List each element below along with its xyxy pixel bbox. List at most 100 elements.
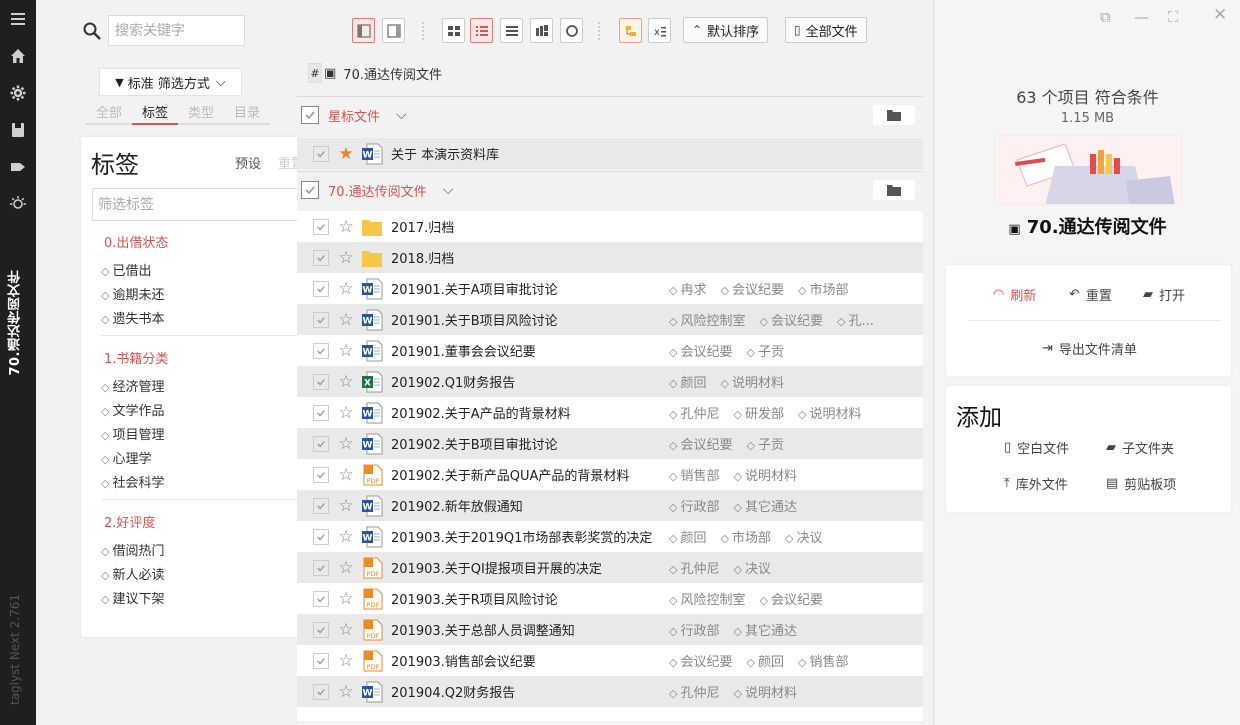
tag-item[interactable]: ◇ 建议下架 <box>101 588 164 607</box>
file-row[interactable]: ★ W 关于 本演示资料库 <box>297 138 923 169</box>
file-name[interactable]: 201903.关于R项目风险讨论 <box>391 589 669 608</box>
file-tag[interactable]: ◇ 会议纪要 <box>720 279 783 298</box>
hide-subfolders-button[interactable]: x <box>648 18 671 43</box>
file-row[interactable]: ☆ PDF 201903.关于R项目风险讨论 ◇ 风险控制室 ◇ 会议纪要 <box>297 583 923 614</box>
file-row[interactable]: ☆ 2017.归档 <box>297 211 923 242</box>
tab-tags[interactable]: 标签 <box>132 102 178 125</box>
star-icon[interactable]: ☆ <box>335 496 357 516</box>
file-tag[interactable]: ◇ 会议纪要 <box>669 434 732 453</box>
file-name[interactable]: 201902.Q1财务报告 <box>391 372 669 391</box>
view-masonry-button[interactable] <box>530 18 553 43</box>
file-row[interactable]: ☆ PDF 201903.销售部会议纪要 ◇ 会议纪要 ◇ 颜回 ◇ 销售部 <box>297 645 923 676</box>
star-filled-icon[interactable]: ★ <box>335 144 357 164</box>
file-tag[interactable]: ◇ 说明材料 <box>733 465 796 484</box>
blank-file-button[interactable]: ▯ 空白文件 <box>1004 438 1069 457</box>
file-name[interactable]: 2017.归档 <box>391 217 669 236</box>
file-row[interactable]: ☆ PDF 201903.关于QI提报项目开展的决定 ◇ 孔仲尼 ◇ 决议 <box>297 552 923 583</box>
hash-icon[interactable]: # <box>308 63 322 83</box>
star-icon[interactable]: ☆ <box>335 558 357 578</box>
file-row[interactable]: ☆ PDF 201902.关于新产品QUA产品的背景材料 ◇ 销售部 ◇ 说明材料 <box>297 459 923 490</box>
star-icon[interactable]: ☆ <box>335 341 357 361</box>
tag-item[interactable]: ◇ 心理学 <box>101 448 151 467</box>
file-name[interactable]: 201902.新年放假通知 <box>391 496 669 515</box>
layout-right-button[interactable] <box>382 18 405 43</box>
chevron-down-icon[interactable]: ⌵ <box>396 107 407 123</box>
file-name[interactable]: 201901.董事会会议纪要 <box>391 341 669 360</box>
file-name[interactable]: 201904.Q2财务报告 <box>391 682 669 701</box>
row-checkbox[interactable] <box>313 590 329 607</box>
file-name[interactable]: 201902.关于A产品的背景材料 <box>391 403 669 422</box>
preset-button[interactable]: 预设 <box>235 153 261 172</box>
star-icon[interactable]: ☆ <box>335 403 357 423</box>
file-name[interactable]: 201903.关于QI提报项目开展的决定 <box>391 558 669 577</box>
file-tag[interactable]: ◇ 子贡 <box>746 434 783 453</box>
star-icon[interactable]: ☆ <box>335 248 357 268</box>
row-checkbox[interactable] <box>313 373 329 390</box>
file-row[interactable]: ☆ W 201902.新年放假通知 ◇ 行政部 ◇ 其它通达 <box>297 490 923 521</box>
bulb-icon[interactable] <box>0 185 36 222</box>
row-checkbox[interactable] <box>313 621 329 638</box>
star-icon[interactable]: ☆ <box>335 589 357 609</box>
section-checkbox[interactable] <box>301 181 319 199</box>
file-tag[interactable]: ◇ 说明材料 <box>798 403 861 422</box>
folder-open-button[interactable] <box>873 105 915 125</box>
file-tag[interactable]: ◇ 市场部 <box>798 279 848 298</box>
minimize-icon[interactable]: — <box>1134 8 1149 26</box>
restore-window-icon[interactable]: ⧉ <box>1100 8 1111 26</box>
file-tag[interactable]: ◇ 颜回 <box>746 651 783 670</box>
file-tag[interactable]: ◇ 孔仲尼 <box>669 403 719 422</box>
tab-all[interactable]: 全部 <box>86 102 132 125</box>
layout-left-button[interactable] <box>352 18 375 43</box>
tag-item[interactable]: ◇ 借阅热门 <box>101 540 164 559</box>
row-checkbox[interactable] <box>313 652 329 669</box>
star-icon[interactable]: ☆ <box>335 651 357 671</box>
row-checkbox[interactable] <box>313 559 329 576</box>
tab-types[interactable]: 类型 <box>178 102 224 125</box>
file-tag[interactable]: ◇ 风险控制室 <box>669 589 745 608</box>
file-name[interactable]: 201901.关于B项目风险讨论 <box>391 310 669 329</box>
section-header[interactable]: 星标文件 ⌵ <box>297 96 923 133</box>
view-circle-button[interactable] <box>560 18 583 43</box>
tag-filter-input[interactable] <box>92 188 311 221</box>
tag-icon[interactable] <box>0 148 36 185</box>
row-checkbox[interactable] <box>313 497 329 514</box>
file-name[interactable]: 201903.关于2019Q1市场部表彰奖赏的决定 <box>391 527 669 546</box>
tag-item[interactable]: ◇ 逾期未还 <box>101 284 164 303</box>
file-tag[interactable]: ◇ 行政部 <box>669 620 719 639</box>
tag-item[interactable]: ◇ 新人必读 <box>101 564 164 583</box>
row-checkbox[interactable] <box>313 342 329 359</box>
tag-item[interactable]: ◇ 文学作品 <box>101 400 164 419</box>
star-icon[interactable]: ☆ <box>335 620 357 640</box>
file-tag[interactable]: ◇ 冉求 <box>669 279 706 298</box>
reset-folder-button[interactable]: ↶ 重置 <box>1069 285 1112 304</box>
file-tag[interactable]: ◇ 颜回 <box>669 527 706 546</box>
tag-item[interactable]: ◇ 遗失书本 <box>101 308 164 327</box>
scope-button[interactable]: ▯ 全部文件 <box>785 17 867 43</box>
row-checkbox[interactable] <box>313 311 329 328</box>
row-checkbox[interactable] <box>313 435 329 452</box>
star-icon[interactable]: ☆ <box>335 372 357 392</box>
file-tag[interactable]: ◇ 会议纪要 <box>669 341 732 360</box>
row-checkbox[interactable] <box>313 218 329 235</box>
view-list-button[interactable] <box>470 18 493 43</box>
file-tag[interactable]: ◇ 说明材料 <box>720 372 783 391</box>
file-tag[interactable]: ◇ 子贡 <box>746 341 783 360</box>
row-checkbox[interactable] <box>313 145 329 162</box>
file-tag[interactable]: ◇ 市场部 <box>720 527 770 546</box>
file-tag[interactable]: ◇ 会议纪要 <box>759 589 822 608</box>
file-name[interactable]: 2018.归档 <box>391 248 669 267</box>
open-button[interactable]: ▰ 打开 <box>1143 285 1185 304</box>
subfolder-button[interactable]: ▰ 子文件夹 <box>1106 438 1174 457</box>
file-tag[interactable]: ◇ 会议纪要 <box>669 651 732 670</box>
library-icon[interactable] <box>0 111 36 148</box>
file-row[interactable]: ☆ W 201901.关于B项目风险讨论 ◇ 风险控制室 ◇ 会议纪要 ◇ 孔... <box>297 304 923 335</box>
file-tag[interactable]: ◇ 颜回 <box>669 372 706 391</box>
tag-item[interactable]: ◇ 已借出 <box>101 260 151 279</box>
file-row[interactable]: ☆ W 201901.关于A项目审批讨论 ◇ 冉求 ◇ 会议纪要 ◇ 市场部 <box>297 273 923 304</box>
search-icon[interactable] <box>82 21 102 41</box>
filter-mode-dropdown[interactable]: ▼ 标准 筛选方式 ⌵ <box>99 68 242 96</box>
home-icon[interactable] <box>0 37 36 74</box>
file-tag[interactable]: ◇ 决议 <box>785 527 822 546</box>
file-row[interactable]: ☆ W 201904.Q2财务报告 ◇ 孔仲尼 ◇ 说明材料 <box>297 676 923 707</box>
file-row[interactable]: ☆ PDF 201903.关于总部人员调整通知 ◇ 行政部 ◇ 其它通达 <box>297 614 923 645</box>
